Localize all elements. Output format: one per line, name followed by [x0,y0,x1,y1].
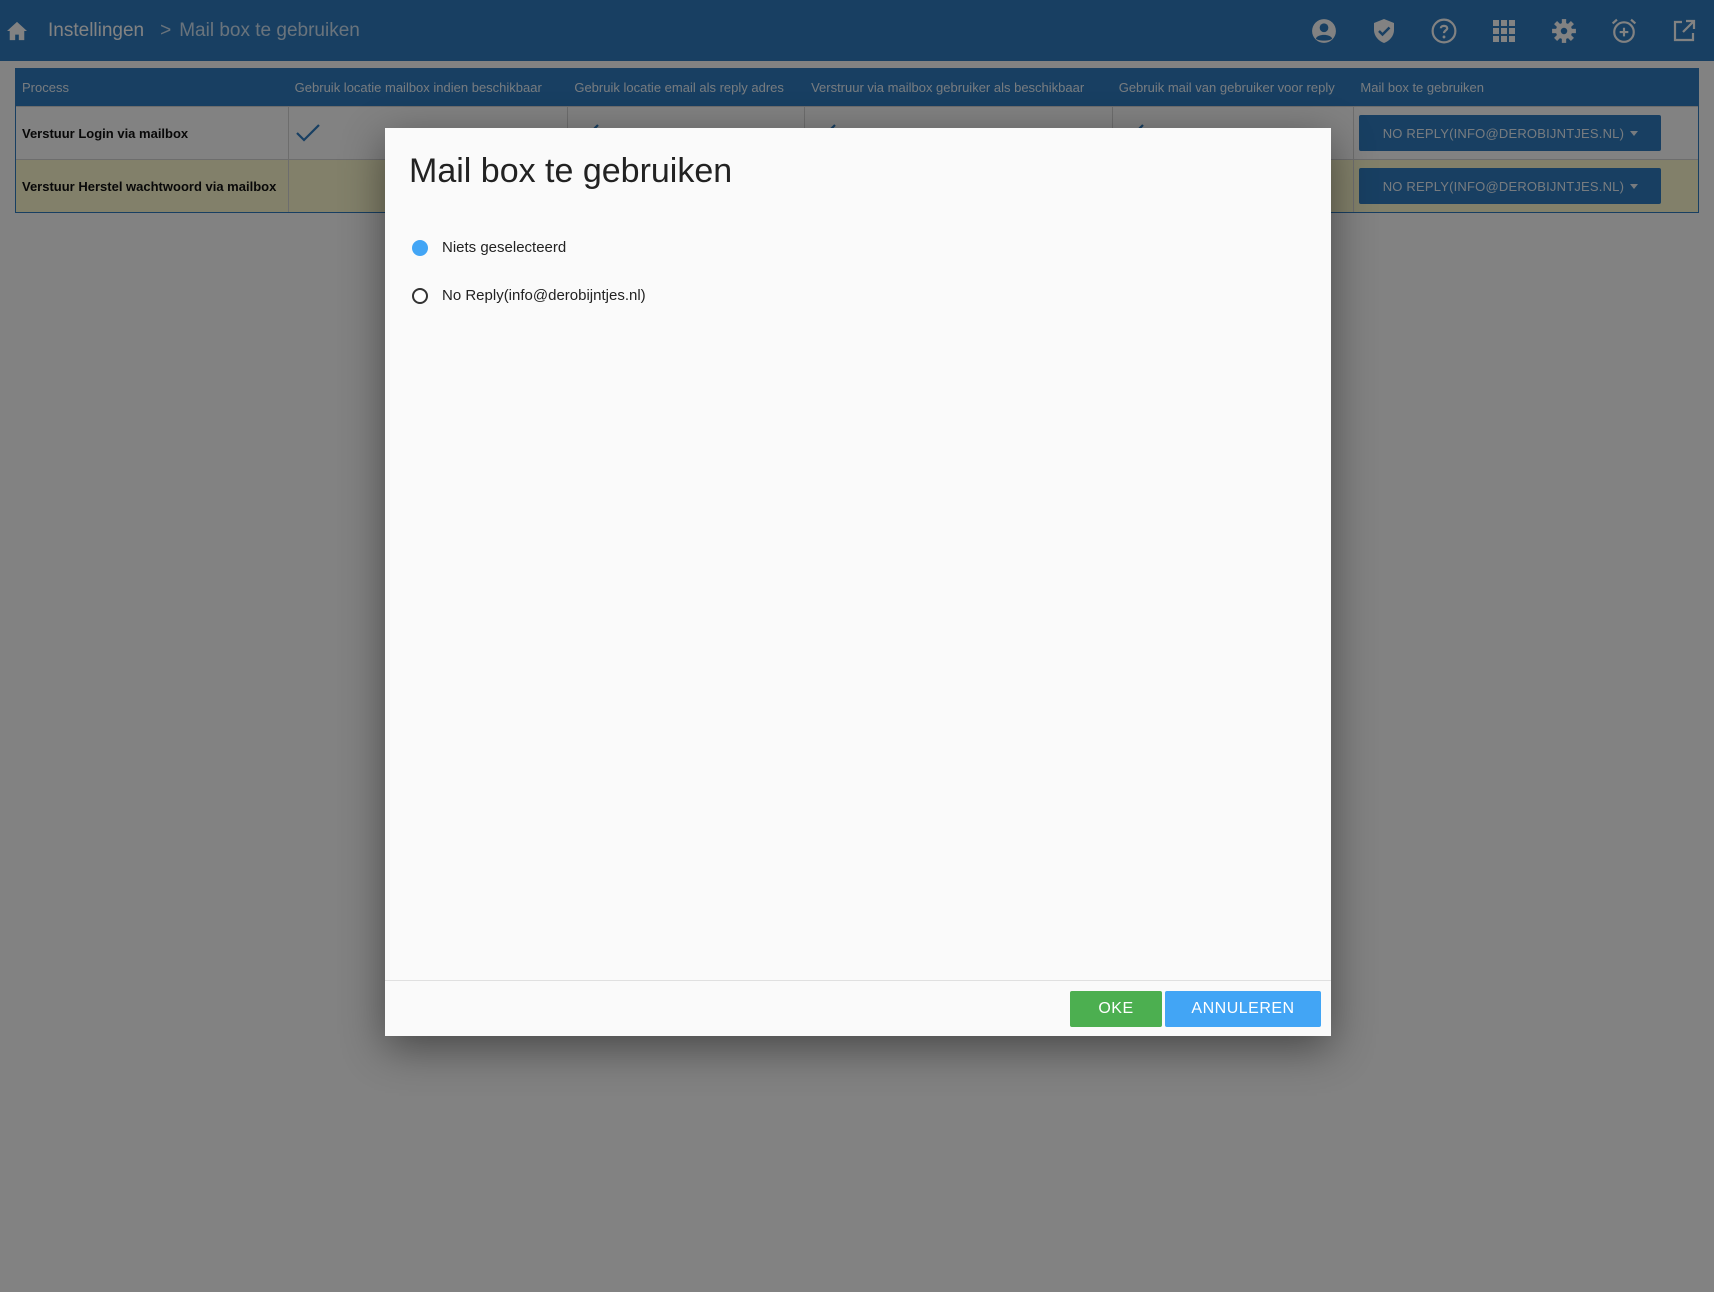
radio-selected-icon[interactable] [412,239,428,256]
ok-button[interactable]: OKE [1070,991,1162,1027]
cancel-button[interactable]: ANNULEREN [1165,991,1321,1027]
option-no-reply[interactable]: No Reply(info@derobijntjes.nl) [412,287,646,304]
option-none[interactable]: Niets geselecteerd [412,239,566,256]
option-label: Niets geselecteerd [442,239,567,256]
dialog-footer: OKE ANNULEREN [385,980,1331,1036]
dialog-title: Mail box te gebruiken [409,152,733,190]
mailbox-dialog: Mail box te gebruiken Niets geselecteerd… [385,128,1331,1036]
radio-unselected-icon[interactable] [412,287,428,304]
option-label: No Reply(info@derobijntjes.nl) [442,287,646,304]
